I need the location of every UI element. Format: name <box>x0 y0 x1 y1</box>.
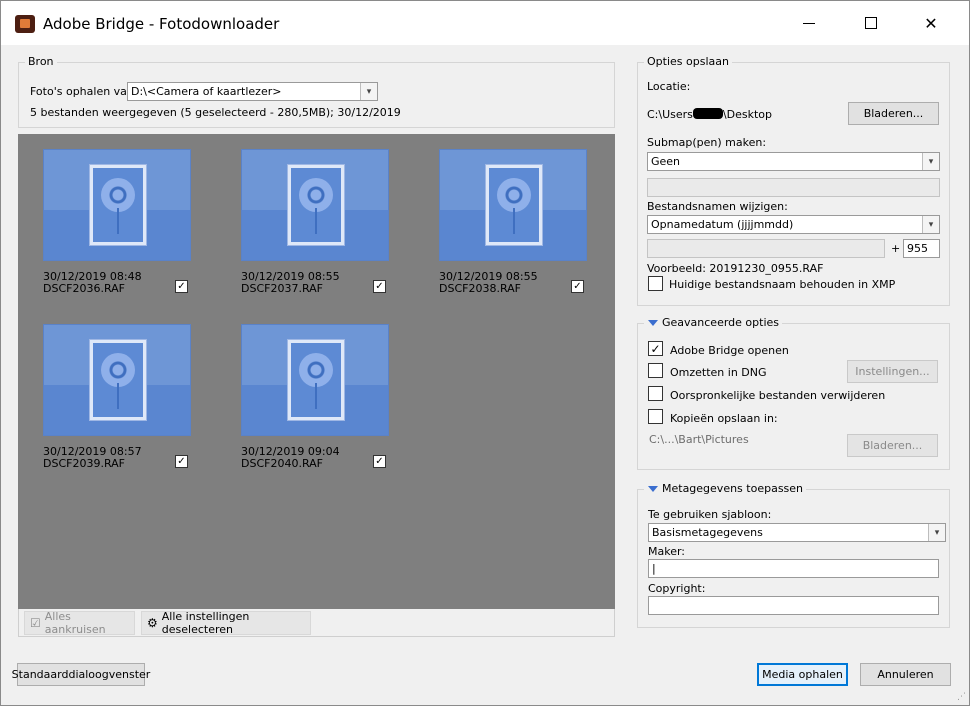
template-dropdown[interactable]: Basismetagegevens ▾ <box>648 523 946 542</box>
rename-text-field[interactable] <box>647 239 885 258</box>
thumbnail-filename: DSCF2038.RAF <box>439 282 522 295</box>
open-bridge-label: Adobe Bridge openen <box>670 344 789 357</box>
convert-dng-checkbox[interactable] <box>648 363 663 378</box>
subfolder-dropdown[interactable]: Geen ▾ <box>647 152 940 171</box>
maximize-button[interactable] <box>849 7 893 39</box>
fetch-from-label: Foto's ophalen van: <box>30 85 138 98</box>
thumbnail-grid: 30/12/2019 08:48 DSCF2036.RAF ✓ 30/12/20… <box>18 134 615 609</box>
chevron-down-icon: ▾ <box>360 83 377 100</box>
redacted-username <box>692 108 723 119</box>
convert-dng-label: Omzetten in DNG <box>670 366 767 379</box>
rename-value: Opnamedatum (jjjjmmdd) <box>651 218 794 231</box>
rename-dropdown[interactable]: Opnamedatum (jjjjmmdd) ▾ <box>647 215 940 234</box>
thumbnail-filename: DSCF2039.RAF <box>43 457 126 470</box>
copyright-label: Copyright: <box>648 582 706 595</box>
browse-copies-button[interactable]: Bladeren... <box>847 434 938 457</box>
delete-originals-label: Oorspronkelijke bestanden verwijderen <box>670 389 886 402</box>
minimize-icon <box>803 22 815 24</box>
fetch-from-value: D:\<Camera of kaartlezer> <box>131 85 282 98</box>
adobe-bridge-app-icon <box>15 15 35 33</box>
save-copies-label: Kopieën opslaan in: <box>670 412 778 425</box>
downloader-window: Adobe Bridge - Fotodownloader ✕ Bron Fot… <box>0 0 970 706</box>
chevron-down-icon: ▾ <box>922 153 939 170</box>
save-copies-checkbox[interactable] <box>648 409 663 424</box>
cancel-button[interactable]: Annuleren <box>860 663 951 686</box>
thumbnail-checkbox[interactable]: ✓ <box>373 280 386 293</box>
location-path-prefix: C:\Users <box>647 108 693 121</box>
deselect-all-label: Alle instellingen deselecteren <box>161 610 250 636</box>
check-all-label: Alles aankruisen <box>44 610 106 636</box>
advanced-options-title[interactable]: Geavanceerde opties <box>644 316 782 329</box>
source-summary: 5 bestanden weergegeven (5 geselecteerd … <box>30 106 401 119</box>
deselect-settings-icon: ⚙ <box>147 616 158 630</box>
chevron-down-icon: ▾ <box>922 216 939 233</box>
thumbnail-checkbox[interactable]: ✓ <box>175 280 188 293</box>
template-value: Basismetagegevens <box>652 526 763 539</box>
location-path-suffix: \Desktop <box>722 108 772 121</box>
rename-number-field[interactable]: 955 <box>903 239 940 258</box>
keep-filename-label: Huidige bestandsnaam behouden in XMP <box>669 278 896 291</box>
template-label: Te gebruiken sjabloon: <box>648 508 772 521</box>
thumbnail-toolbar: ☑ Alles aankruisen ⚙ Alle instellingen d… <box>18 609 615 637</box>
photo-placeholder-icon <box>439 149 587 261</box>
get-media-button[interactable]: Media ophalen <box>757 663 848 686</box>
standard-dialog-button[interactable]: Standaarddialoogvenster <box>12 663 150 686</box>
minimize-button[interactable] <box>787 7 831 39</box>
title-bar: Adobe Bridge - Fotodownloader ✕ <box>1 1 969 45</box>
source-group-title: Bron <box>25 55 57 68</box>
thumbnail-checkbox[interactable]: ✓ <box>175 455 188 468</box>
fetch-from-dropdown[interactable]: D:\<Camera of kaartlezer> ▾ <box>127 82 378 101</box>
maximize-icon <box>865 17 877 29</box>
creator-label: Maker: <box>648 545 686 558</box>
delete-originals-checkbox[interactable] <box>648 386 663 401</box>
photo-placeholder-icon <box>43 324 191 436</box>
photo-placeholder-icon <box>241 149 389 261</box>
browse-location-button[interactable]: Bladeren... <box>848 102 939 125</box>
resize-grip-icon[interactable]: ⋰ <box>957 692 966 702</box>
thumbnail-filename: DSCF2037.RAF <box>241 282 324 295</box>
metadata-title[interactable]: Metagegevens toepassen <box>644 482 807 495</box>
photo-placeholder-icon <box>241 324 389 436</box>
location-path: C:\Users \Desktop <box>647 107 772 121</box>
open-bridge-checkbox[interactable]: ✓ <box>648 341 663 356</box>
thumbnail-checkbox[interactable]: ✓ <box>373 455 386 468</box>
collapse-triangle-icon <box>648 320 658 326</box>
dng-settings-button[interactable]: Instellingen... <box>847 360 938 383</box>
save-options-title: Opties opslaan <box>644 55 732 68</box>
location-label: Locatie: <box>647 80 691 93</box>
rename-example: Voorbeeld: 20191230_0955.RAF <box>647 262 824 275</box>
plus-sign: + <box>891 242 901 255</box>
check-all-icon: ☑ <box>30 616 41 630</box>
check-all-button[interactable]: ☑ Alles aankruisen <box>24 610 135 636</box>
deselect-all-button[interactable]: ⚙ Alle instellingen deselecteren <box>141 610 311 636</box>
subfolder-value: Geen <box>651 155 681 168</box>
collapse-triangle-icon <box>648 486 658 492</box>
rename-label: Bestandsnamen wijzigen: <box>647 200 788 213</box>
subfolder-custom-field[interactable] <box>647 178 940 197</box>
thumbnail-filename: DSCF2040.RAF <box>241 457 324 470</box>
copies-path: C:\...\Bart\Pictures <box>649 433 749 446</box>
thumbnail-filename: DSCF2036.RAF <box>43 282 126 295</box>
window-title: Adobe Bridge - Fotodownloader <box>43 15 280 33</box>
thumbnail-checkbox[interactable]: ✓ <box>571 280 584 293</box>
close-icon: ✕ <box>924 13 938 33</box>
subfolder-label: Submap(pen) maken: <box>647 136 767 149</box>
keep-filename-checkbox[interactable] <box>648 276 663 291</box>
copyright-input[interactable] <box>648 596 939 615</box>
close-button[interactable]: ✕ <box>909 7 953 39</box>
creator-input[interactable]: | <box>648 559 939 578</box>
photo-placeholder-icon <box>43 149 191 261</box>
chevron-down-icon: ▾ <box>928 524 945 541</box>
